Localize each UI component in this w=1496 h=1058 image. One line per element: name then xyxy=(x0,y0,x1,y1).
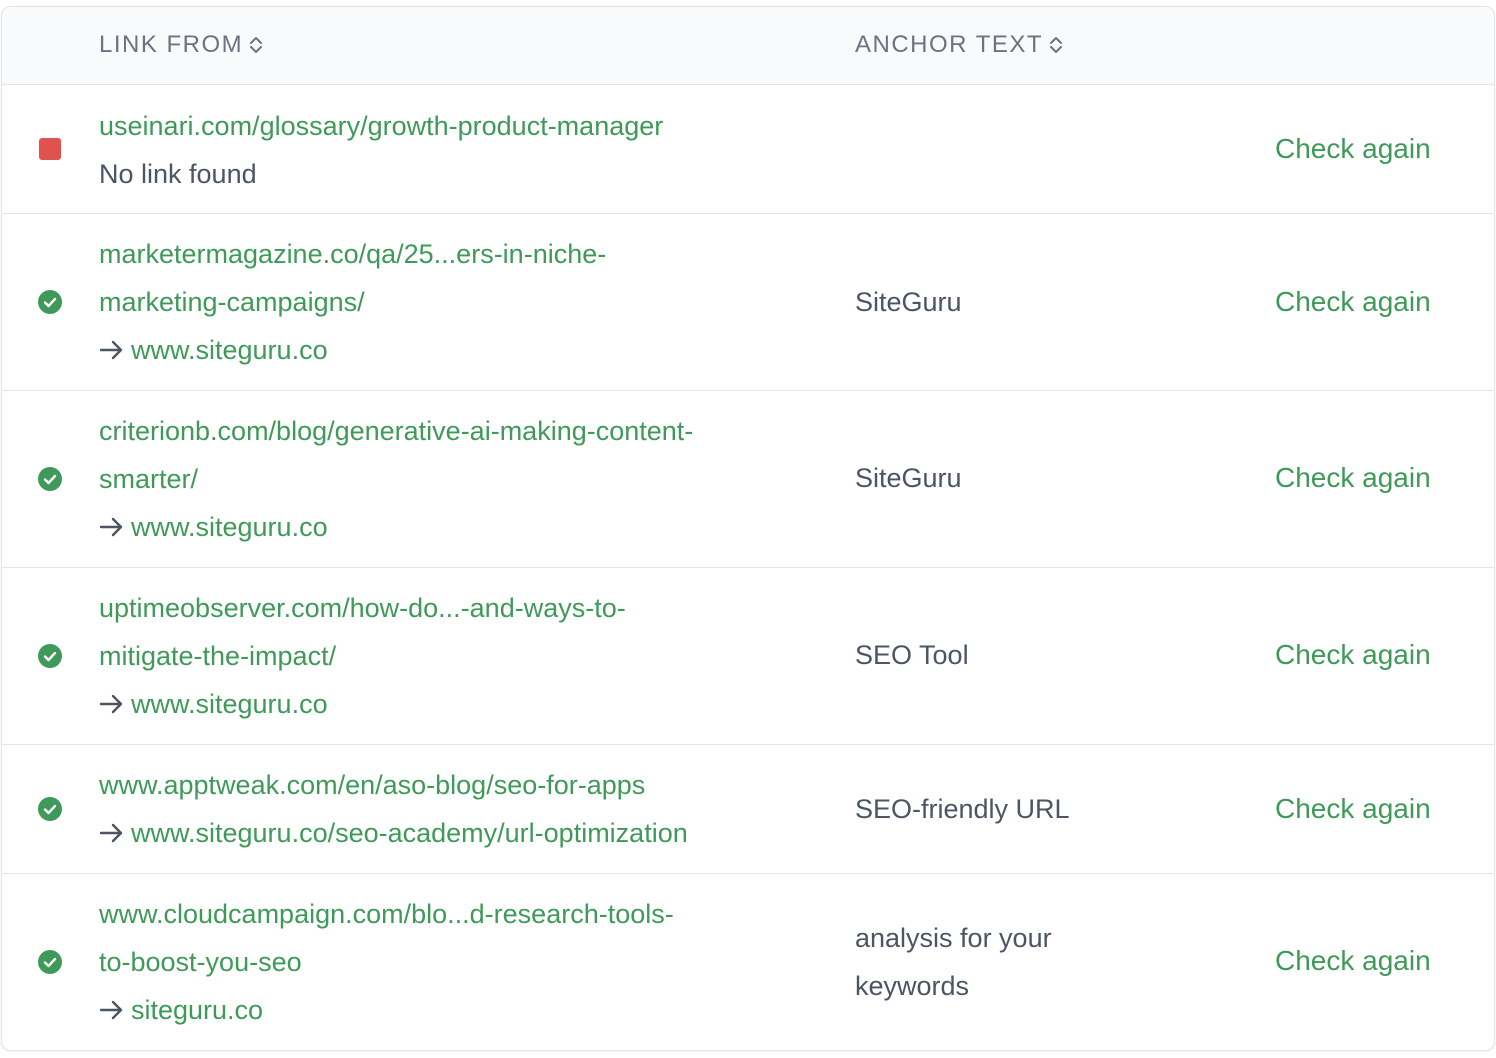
source-link[interactable]: criterionb.com/blog/generative-ai-making… xyxy=(99,407,799,503)
anchor-text-cell: SiteGuru xyxy=(855,278,1155,326)
source-link[interactable]: uptimeobserver.com/how-do...-and-ways-to… xyxy=(99,584,799,680)
check-again-button[interactable]: Check again xyxy=(1275,789,1431,829)
column-header-anchor-text[interactable]: ANCHOR TEXT xyxy=(855,31,1063,59)
check-circle-icon xyxy=(38,290,62,314)
source-link[interactable]: marketermagazine.co/qa/25...ers-in-niche… xyxy=(99,230,799,326)
target-line: www.siteguru.co xyxy=(99,326,799,374)
source-link-line: marketing-campaigns/ xyxy=(99,287,365,317)
source-link-line: www.apptweak.com/en/aso-blog/seo-for-app… xyxy=(99,770,646,800)
link-from-cell: www.apptweak.com/en/aso-blog/seo-for-app… xyxy=(99,761,799,857)
backlinks-table: LINK FROM ANCHOR TEXT useinari.com/gloss… xyxy=(1,6,1495,1051)
table-row: marketermagazine.co/qa/25...ers-in-niche… xyxy=(2,214,1494,391)
check-again-button[interactable]: Check again xyxy=(1275,129,1431,169)
table-row: criterionb.com/blog/generative-ai-making… xyxy=(2,391,1494,568)
target-link[interactable]: www.siteguru.co/seo-academy/url-optimiza… xyxy=(131,809,688,857)
anchor-text-line: SEO Tool xyxy=(855,640,969,670)
table-row: uptimeobserver.com/how-do...-and-ways-to… xyxy=(2,568,1494,745)
target-line: www.siteguru.co xyxy=(99,680,799,728)
target-link[interactable]: siteguru.co xyxy=(131,986,263,1034)
anchor-text-cell: SiteGuru xyxy=(855,454,1155,502)
check-again-button[interactable]: Check again xyxy=(1275,941,1431,981)
target-line: www.siteguru.co/seo-academy/url-optimiza… xyxy=(99,809,799,857)
check-again-button[interactable]: Check again xyxy=(1275,458,1431,498)
anchor-text-cell: SEO Tool xyxy=(855,631,1155,679)
check-circle-icon xyxy=(38,797,62,821)
arrow-right-icon xyxy=(99,517,123,537)
anchor-text-line: analysis for your xyxy=(855,923,1052,953)
anchor-text-line: SEO-friendly URL xyxy=(855,794,1070,824)
target-line: siteguru.co xyxy=(99,986,799,1034)
anchor-text-cell: analysis for your keywords xyxy=(855,914,1155,1010)
check-again-button[interactable]: Check again xyxy=(1275,282,1431,322)
anchor-text-line: keywords xyxy=(855,971,970,1001)
target-link[interactable]: www.siteguru.co xyxy=(131,680,328,728)
fail-status-icon xyxy=(39,138,61,160)
table-row: www.cloudcampaign.com/blo...d-research-t… xyxy=(2,874,1494,1050)
anchor-text-line: SiteGuru xyxy=(855,463,962,493)
link-from-cell: marketermagazine.co/qa/25...ers-in-niche… xyxy=(99,230,799,374)
column-header-label: LINK FROM xyxy=(99,31,244,58)
link-from-cell: www.cloudcampaign.com/blo...d-research-t… xyxy=(99,890,799,1034)
anchor-text-cell: SEO-friendly URL xyxy=(855,785,1155,833)
sort-icon xyxy=(1050,37,1063,53)
target-link[interactable]: www.siteguru.co xyxy=(131,326,328,374)
source-link[interactable]: www.apptweak.com/en/aso-blog/seo-for-app… xyxy=(99,761,799,809)
link-from-cell: criterionb.com/blog/generative-ai-making… xyxy=(99,407,799,551)
check-again-button[interactable]: Check again xyxy=(1275,635,1431,675)
table-row: www.apptweak.com/en/aso-blog/seo-for-app… xyxy=(2,745,1494,874)
arrow-right-icon xyxy=(99,823,123,843)
source-link[interactable]: www.cloudcampaign.com/blo...d-research-t… xyxy=(99,890,799,986)
source-link-line: criterionb.com/blog/generative-ai-making… xyxy=(99,416,694,446)
anchor-text-line: SiteGuru xyxy=(855,287,962,317)
arrow-right-icon xyxy=(99,340,123,360)
target-link[interactable]: www.siteguru.co xyxy=(131,503,328,551)
arrow-right-icon xyxy=(99,1000,123,1020)
source-link-line: to-boost-you-seo xyxy=(99,947,302,977)
table-row: useinari.com/glossary/growth-product-man… xyxy=(2,85,1494,214)
link-from-cell: uptimeobserver.com/how-do...-and-ways-to… xyxy=(99,584,799,728)
source-link-line: smarter/ xyxy=(99,464,199,494)
arrow-right-icon xyxy=(99,694,123,714)
source-link-line: www.cloudcampaign.com/blo...d-research-t… xyxy=(99,899,674,929)
source-link-line: mitigate-the-impact/ xyxy=(99,641,337,671)
link-from-cell: useinari.com/glossary/growth-product-man… xyxy=(99,102,799,198)
no-link-found-text: No link found xyxy=(99,159,257,189)
check-circle-icon xyxy=(38,950,62,974)
sort-icon xyxy=(250,37,263,53)
table-header: LINK FROM ANCHOR TEXT xyxy=(2,7,1494,85)
check-circle-icon xyxy=(38,644,62,668)
source-link-line: uptimeobserver.com/how-do...-and-ways-to… xyxy=(99,593,626,623)
source-link[interactable]: useinari.com/glossary/growth-product-man… xyxy=(99,102,799,150)
target-line: www.siteguru.co xyxy=(99,503,799,551)
source-link-line: marketermagazine.co/qa/25...ers-in-niche… xyxy=(99,239,607,269)
column-header-link-from[interactable]: LINK FROM xyxy=(99,31,263,59)
check-circle-icon xyxy=(38,467,62,491)
column-header-label: ANCHOR TEXT xyxy=(855,31,1044,58)
